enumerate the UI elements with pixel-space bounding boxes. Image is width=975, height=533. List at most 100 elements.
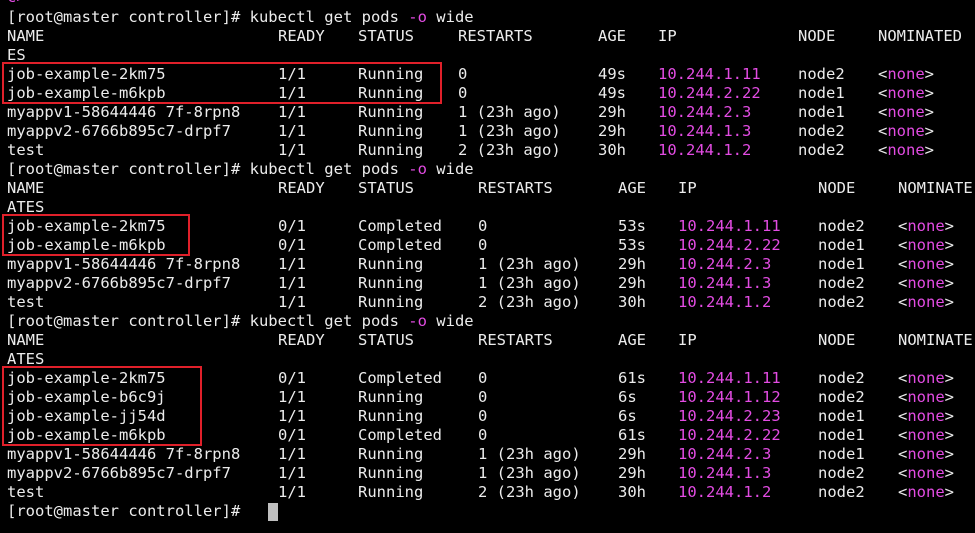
- pod-restarts: 0: [478, 388, 488, 406]
- pod-status: Completed: [358, 426, 442, 444]
- pod-ip: 10.244.1.11: [658, 65, 761, 83]
- nominated-open-bracket: <: [898, 255, 908, 273]
- pod-status: Running: [358, 274, 424, 292]
- pod-nominated: <none>: [898, 369, 954, 388]
- nominated-value: none: [907, 236, 945, 254]
- header-wrap-text: ATES: [7, 198, 45, 216]
- pod-ip: 10.244.1.12: [678, 388, 781, 406]
- pod-node: node1: [818, 407, 865, 425]
- nominated-open-bracket: <: [898, 445, 908, 463]
- pod-nominated: <none>: [898, 407, 954, 426]
- pod-restarts: 0: [478, 236, 488, 254]
- pod-status: Running: [358, 255, 424, 273]
- terminal-window[interactable]: c> [root@master controller]# kubectl get…: [0, 0, 975, 533]
- nominated-close-bracket: >: [944, 217, 955, 235]
- header-age: AGE: [618, 179, 646, 197]
- nominated-close-bracket: >: [944, 274, 955, 292]
- pod-age: 61s: [618, 369, 646, 387]
- nominated-value: none: [907, 274, 945, 292]
- pod-nominated: <none>: [898, 388, 954, 407]
- pod-restarts: 0: [478, 407, 488, 425]
- nominated-open-bracket: <: [898, 464, 908, 482]
- nominated-close-bracket: >: [944, 388, 955, 406]
- pod-ip: 10.244.1.2: [658, 141, 752, 159]
- nominated-close-bracket: >: [944, 445, 955, 463]
- header-restarts: RESTARTS: [478, 331, 553, 349]
- pod-ready: 1/1: [278, 122, 306, 140]
- pod-name: job-example-m6kpb: [7, 84, 166, 102]
- pod-nominated: <none>: [898, 274, 954, 293]
- pod-restarts: 2 (23h ago): [478, 293, 581, 311]
- nominated-value: none: [907, 293, 945, 311]
- pod-status: Running: [358, 141, 424, 159]
- pod-ip: 10.244.1.2: [678, 483, 772, 501]
- nominated-close-bracket: >: [944, 255, 955, 273]
- pod-nominated: <none>: [898, 293, 954, 312]
- nominated-open-bracket: <: [878, 122, 888, 140]
- header-ready: READY: [278, 179, 325, 197]
- pod-ready: 1/1: [278, 255, 306, 273]
- pod-name: test: [7, 483, 45, 501]
- pod-ip: 10.244.2.22: [658, 84, 761, 102]
- pod-ready: 1/1: [278, 293, 306, 311]
- header-ip: IP: [658, 27, 677, 45]
- header-node: NODE: [818, 179, 856, 197]
- header-nominated: NOMINATED: [878, 27, 962, 45]
- pod-age: 53s: [618, 217, 646, 235]
- pod-age: 29h: [618, 255, 646, 273]
- pod-restarts: 1 (23h ago): [478, 274, 581, 292]
- terminal-cursor[interactable]: [268, 503, 278, 521]
- command-flag: -o: [408, 312, 427, 330]
- pod-nominated: <none>: [898, 255, 954, 274]
- pod-node: node2: [818, 369, 865, 387]
- table-header-wrap: ATES: [7, 198, 44, 217]
- header-age: AGE: [618, 331, 646, 349]
- pod-node: node2: [818, 388, 865, 406]
- pod-name: job-example-m6kpb: [7, 426, 166, 444]
- nominated-value: none: [907, 369, 945, 387]
- header-status: STATUS: [358, 27, 414, 45]
- pod-status: Running: [358, 407, 424, 425]
- pod-restarts: 1 (23h ago): [458, 122, 561, 140]
- pod-age: 6s: [618, 388, 637, 406]
- nominated-close-bracket: >: [944, 293, 955, 311]
- pod-ip: 10.244.2.22: [678, 236, 781, 254]
- pod-age: 49s: [598, 84, 626, 102]
- header-wrap-text: ES: [7, 46, 26, 64]
- pod-restarts: 0: [458, 65, 468, 83]
- pod-ready: 1/1: [278, 483, 306, 501]
- nominated-value: none: [887, 65, 925, 83]
- pod-ready: 0/1: [278, 236, 306, 254]
- table-header-wrap: ES: [7, 46, 26, 65]
- pod-status: Running: [358, 65, 424, 83]
- pod-age: 29h: [598, 122, 626, 140]
- pod-status: Completed: [358, 369, 442, 387]
- pod-age: 29h: [618, 445, 646, 463]
- nominated-value: none: [907, 388, 945, 406]
- nominated-close-bracket: >: [944, 483, 955, 501]
- shell-prompt: [root@master controller]#: [7, 502, 250, 520]
- header-age: AGE: [598, 27, 626, 45]
- pod-ready: 1/1: [278, 65, 306, 83]
- nominated-close-bracket: >: [944, 369, 955, 387]
- command-arg: wide: [426, 312, 474, 330]
- pod-status: Running: [358, 122, 424, 140]
- nominated-open-bracket: <: [898, 217, 908, 235]
- header-restarts: RESTARTS: [478, 179, 553, 197]
- pod-restarts: 0: [478, 426, 488, 444]
- nominated-open-bracket: <: [898, 483, 908, 501]
- pod-nominated: <none>: [898, 445, 954, 464]
- pod-ready: 1/1: [278, 445, 306, 463]
- pod-name: job-example-m6kpb: [7, 236, 166, 254]
- pod-age: 61s: [618, 426, 646, 444]
- nominated-open-bracket: <: [898, 388, 908, 406]
- nominated-value: none: [907, 426, 945, 444]
- nominated-open-bracket: <: [878, 84, 888, 102]
- pod-ip: 10.244.1.3: [678, 464, 772, 482]
- pod-ready: 0/1: [278, 217, 306, 235]
- pod-nominated: <none>: [878, 122, 934, 141]
- pod-nominated: <none>: [898, 426, 954, 445]
- final-prompt-line[interactable]: [root@master controller]#: [7, 502, 278, 521]
- pod-restarts: 2 (23h ago): [458, 141, 561, 159]
- nominated-open-bracket: <: [898, 369, 908, 387]
